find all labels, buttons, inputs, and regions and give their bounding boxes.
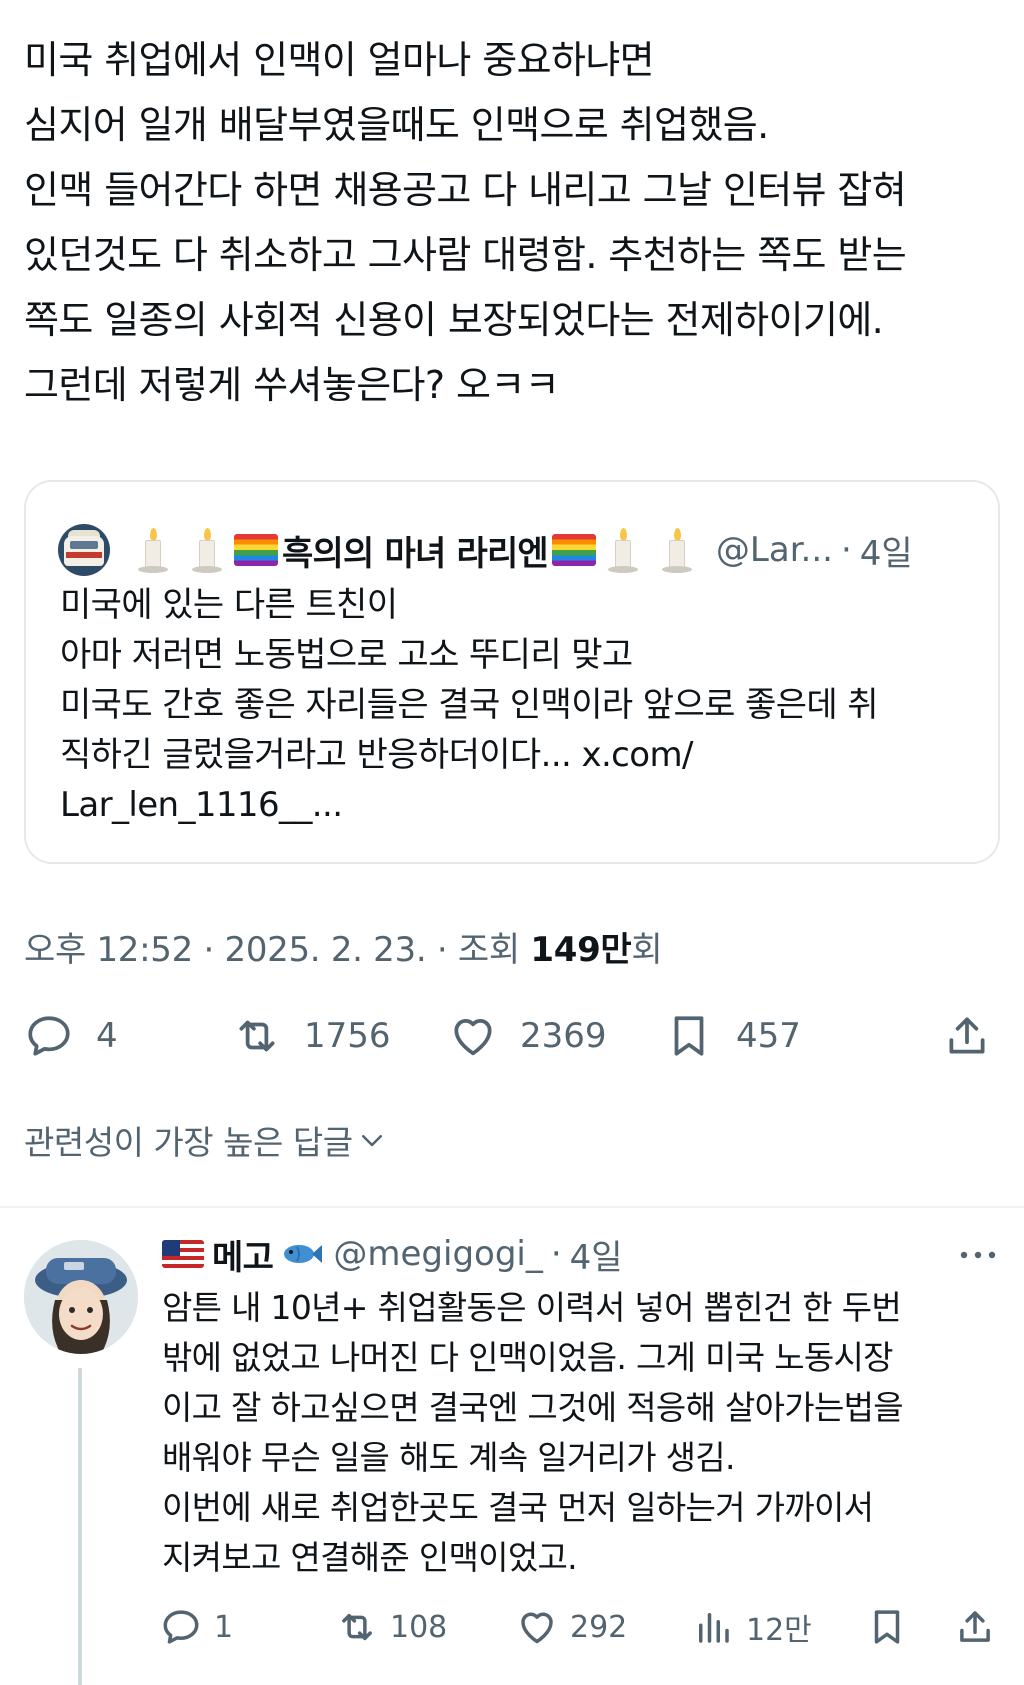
- fish-icon: [284, 1245, 323, 1263]
- like-button[interactable]: 2369: [448, 1006, 607, 1066]
- reply-author-avatar[interactable]: [24, 1240, 138, 1354]
- repost-arrows-icon: [239, 1020, 275, 1052]
- reply-like-count: 292: [570, 1609, 628, 1645]
- quoted-post-header: 흑의의 마녀 라리엔 @Lar... · 4일: [58, 522, 913, 578]
- repost-button[interactable]: 1756: [232, 1006, 391, 1066]
- divider: [0, 1206, 1024, 1208]
- reply-repost-button[interactable]: 108: [336, 1600, 447, 1654]
- views-count[interactable]: 149만: [530, 930, 631, 970]
- reply-views-count: 12만: [746, 1613, 812, 1648]
- reply-reply-count: 1: [214, 1609, 234, 1645]
- separator-dot: ·: [192, 930, 225, 970]
- post-meta: 오후 12:52 · 2025. 2. 23. · 조회 149만회: [24, 922, 663, 971]
- reply-repost-count: 108: [390, 1609, 448, 1645]
- thread-line: [78, 1368, 82, 1685]
- heart-icon: [521, 1612, 553, 1644]
- reply-author-name[interactable]: 메고: [212, 1230, 274, 1279]
- post-line: 인맥 들어간다 하면 채용공고 다 내리고 그날 인터뷰 잡혀: [24, 168, 907, 212]
- reply-text: 암튼 내 10년+ 취업활동은 이력서 넣어 뽑힌건 한 두번 밖에 없었고 나…: [162, 1283, 1012, 1583]
- share-button[interactable]: [942, 1006, 992, 1066]
- views-suffix: 회: [631, 930, 663, 970]
- share-upload-icon: [949, 1017, 985, 1054]
- repost-count: 1756: [304, 1016, 391, 1056]
- reply-bookmark-button[interactable]: [866, 1600, 908, 1654]
- post-date[interactable]: 2025. 2. 23.: [224, 930, 426, 970]
- separator-dot: ·: [840, 530, 852, 570]
- post-action-bar: 4 1756 2369 457: [24, 1006, 1000, 1066]
- post-line: 그런데 저렇게 쑤셔놓은다? 오ㅋㅋ: [24, 363, 560, 407]
- candle-icon: [136, 526, 170, 574]
- reply-action-bar: 1 108 292 12만: [160, 1600, 1010, 1654]
- rainbow-flag-icon: [551, 534, 596, 566]
- reply-line: 이고 잘 하고싶으면 결국엔 그것에 적응해 살아가는법을: [162, 1388, 904, 1427]
- quoted-line: 미국에 있는 다른 트친이: [60, 585, 398, 625]
- candle-icon: [606, 526, 640, 574]
- replies-sort-label: 관련성이 가장 높은 답글: [24, 1123, 353, 1162]
- reply-line: 밖에 없었고 나머진 다 인맥이었음. 그게 미국 노동시장: [162, 1338, 894, 1377]
- more-dots-icon[interactable]: [956, 1242, 1000, 1268]
- reply-reply-button[interactable]: 1: [160, 1600, 233, 1654]
- reply-author-handle[interactable]: @megigogi_: [333, 1234, 542, 1274]
- candle-icon: [190, 526, 224, 574]
- views-label: 조회: [457, 930, 531, 970]
- reply-like-button[interactable]: 292: [516, 1600, 627, 1654]
- repost-arrows-icon: [342, 1613, 372, 1641]
- quoted-author-handle[interactable]: @Lar...: [716, 530, 833, 570]
- separator-dot: ·: [550, 1234, 562, 1274]
- reply-line: 이번에 새로 취업한곳도 결국 먼저 일하는거 가까이서: [162, 1488, 874, 1527]
- separator-dot: ·: [426, 930, 458, 970]
- like-count: 2369: [520, 1016, 607, 1056]
- quoted-author-name[interactable]: 흑의의 마녀 라리엔: [282, 526, 549, 575]
- replies-sort-dropdown[interactable]: 관련성이 가장 높은 답글: [24, 1116, 387, 1164]
- reply-line: 지켜보고 연결해준 인맥이었고.: [162, 1538, 578, 1577]
- post-text: 미국 취업에서 인맥이 얼마나 중요하냐면 심지어 일개 배달부였을때도 인맥으…: [24, 28, 1004, 418]
- bookmark-button[interactable]: 457: [664, 1006, 801, 1066]
- bar-chart-icon: [699, 1613, 729, 1643]
- reply-header: 메고 @megigogi_ · 4일: [162, 1228, 623, 1280]
- reply-line: 배워야 무슨 일을 해도 계속 일거리가 생김.: [162, 1438, 735, 1477]
- post-line: 있던것도 다 취소하고 그사람 대령함. 추천하는 쪽도 받는: [24, 233, 907, 277]
- avatar-illustration: [24, 1240, 138, 1354]
- speech-bubble-icon: [28, 1016, 70, 1056]
- us-flag-icon: [162, 1240, 204, 1268]
- rainbow-flag-icon: [234, 534, 278, 566]
- reply-age[interactable]: 4일: [570, 1230, 623, 1279]
- chevron-down-icon: [361, 1135, 382, 1147]
- quoted-author-avatar[interactable]: [58, 524, 110, 576]
- quoted-line: 미국도 간호 좋은 자리들은 결국 인맥이라 앞으로 좋은데 취: [60, 685, 879, 725]
- bookmark-icon: [874, 1610, 900, 1644]
- reply-count: 4: [96, 1016, 118, 1056]
- quoted-post-age[interactable]: 4일: [860, 526, 913, 575]
- share-upload-icon: [960, 1611, 990, 1642]
- quoted-line: 아마 저러면 노동법으로 고소 뚜디리 맞고: [60, 635, 633, 675]
- reply-views-button[interactable]: 12만: [692, 1600, 812, 1654]
- reply-button[interactable]: 4: [24, 1006, 118, 1066]
- heart-icon: [454, 1019, 492, 1056]
- post-line: 쪽도 일종의 사회적 신용이 보장되었다는 전제하이기에.: [24, 298, 884, 342]
- speech-bubble-icon: [163, 1610, 199, 1644]
- candle-icon: [660, 526, 694, 574]
- quoted-line: Lar_len_1116__...: [60, 785, 343, 825]
- post-time[interactable]: 오후 12:52: [24, 930, 193, 970]
- post-line: 미국 취업에서 인맥이 얼마나 중요하냐면: [24, 38, 655, 82]
- quoted-line: 직하긴 글렀을거라고 반응하더이다... x.com/: [60, 735, 693, 775]
- bookmark-count: 457: [736, 1016, 801, 1056]
- reply-share-button[interactable]: [954, 1600, 996, 1654]
- quoted-post-card[interactable]: 흑의의 마녀 라리엔 @Lar... · 4일 미국에 있는 다른 트친이 아마…: [24, 480, 1000, 864]
- post-line: 심지어 일개 배달부였을때도 인맥으로 취업했음.: [24, 103, 769, 147]
- quoted-post-text: 미국에 있는 다른 트친이 아마 저러면 노동법으로 고소 뚜디리 맞고 미국도…: [60, 580, 980, 830]
- bookmark-icon: [674, 1016, 704, 1056]
- reply-line: 암튼 내 10년+ 취업활동은 이력서 넣어 뽑힌건 한 두번: [162, 1288, 902, 1327]
